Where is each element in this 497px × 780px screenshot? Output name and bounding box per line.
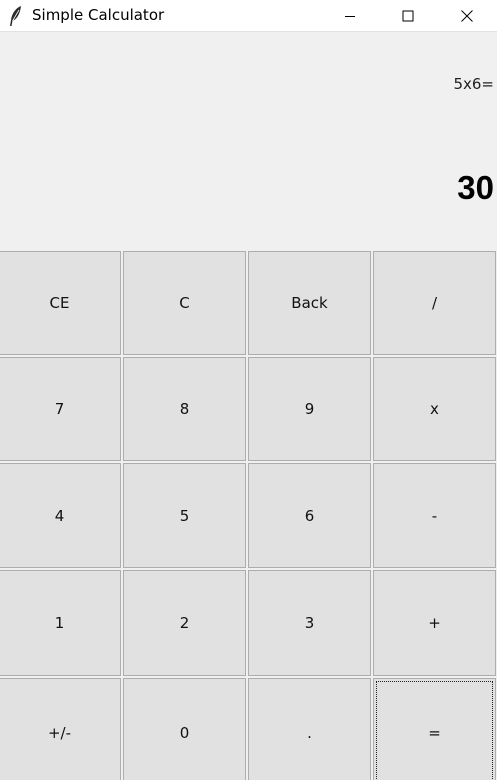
digit-8-button[interactable]: 8 — [123, 357, 246, 461]
minimize-button[interactable] — [321, 0, 379, 32]
subtract-button[interactable]: - — [373, 463, 496, 568]
feather-icon — [8, 5, 24, 27]
result-label: 30 — [457, 169, 494, 206]
digit-2-button[interactable]: 2 — [123, 570, 246, 676]
negate-button[interactable]: +/- — [0, 678, 121, 780]
close-icon — [461, 7, 473, 26]
calculator-display: 5x6= 30 — [0, 33, 497, 249]
equals-button[interactable]: = — [373, 678, 496, 780]
digit-6-button[interactable]: 6 — [248, 463, 371, 568]
clear-button[interactable]: C — [123, 251, 246, 355]
minimize-icon — [344, 7, 356, 26]
digit-4-button[interactable]: 4 — [0, 463, 121, 568]
backspace-button[interactable]: Back — [248, 251, 371, 355]
digit-9-button[interactable]: 9 — [248, 357, 371, 461]
decimal-button[interactable]: . — [248, 678, 371, 780]
add-button[interactable]: + — [373, 570, 496, 676]
expression-label: 5x6= — [453, 75, 494, 93]
clear-entry-button[interactable]: CE — [0, 251, 121, 355]
digit-0-button[interactable]: 0 — [123, 678, 246, 780]
divide-button[interactable]: / — [373, 251, 496, 355]
window-title: Simple Calculator — [32, 6, 165, 24]
maximize-button[interactable] — [379, 0, 437, 32]
digit-5-button[interactable]: 5 — [123, 463, 246, 568]
maximize-icon — [402, 7, 414, 26]
calculator-window: Simple Calculator 5x6= 30 CE C Back/7 8 9 x 4 5… — [0, 0, 497, 780]
digit-1-button[interactable]: 1 — [0, 570, 121, 676]
digit-7-button[interactable]: 7 — [0, 357, 121, 461]
title-bar[interactable]: Simple Calculator — [0, 0, 497, 32]
digit-3-button[interactable]: 3 — [248, 570, 371, 676]
keypad: CE C Back/ 7 8 9 x 4 5 6- 1 2 3 + +/- 0. = — [0, 251, 497, 780]
close-button[interactable] — [438, 0, 496, 32]
multiply-button[interactable]: x — [373, 357, 496, 461]
